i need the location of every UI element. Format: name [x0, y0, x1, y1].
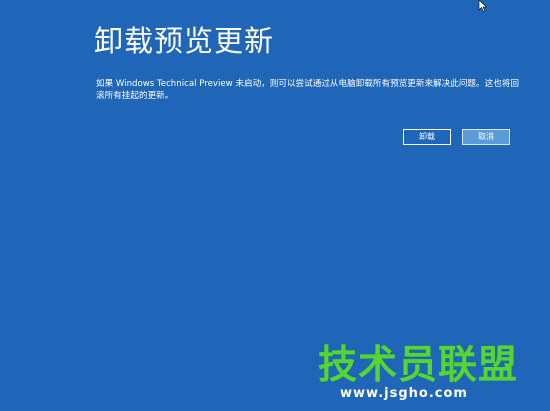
mouse-pointer-icon	[478, 0, 488, 12]
cancel-button[interactable]: 取消	[462, 129, 510, 145]
page-title: 卸载预览更新	[94, 24, 275, 58]
site-watermark: 技术员联盟 www.jsgho.com	[318, 343, 519, 402]
watermark-url: www.jsgho.com	[340, 386, 468, 401]
recovery-screen: 卸载预览更新 如果 Windows Technical Preview 未启动，…	[0, 0, 550, 411]
description-text: 如果 Windows Technical Preview 未启动，则可以尝试通过…	[96, 79, 519, 101]
uninstall-button[interactable]: 卸载	[403, 129, 451, 145]
watermark-site-name: 技术员联盟	[318, 343, 519, 388]
